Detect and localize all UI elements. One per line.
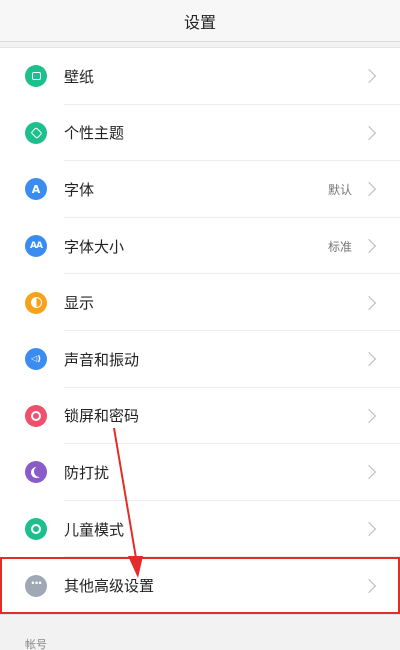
chevron-right-icon xyxy=(361,69,377,84)
settings-item-label: 字体大小 xyxy=(64,237,125,256)
settings-item-label: 个性主题 xyxy=(64,124,125,143)
settings-item-label: 锁屏和密码 xyxy=(64,407,140,426)
display-brightness-icon xyxy=(25,291,47,314)
font-size-icon: AA xyxy=(25,235,47,258)
theme-brush-icon xyxy=(25,121,47,144)
more-dots-icon: ··· xyxy=(25,574,47,597)
page-title: 设置 xyxy=(183,12,216,32)
lock-icon xyxy=(25,404,47,427)
settings-item-label: 儿童模式 xyxy=(64,520,125,539)
account-section-label: 帐号 xyxy=(25,638,47,650)
settings-item-label: 其他高级设置 xyxy=(64,577,155,596)
settings-item-display[interactable]: 显示 xyxy=(0,274,400,331)
settings-screen: 设置 壁纸 个性主题 A 字体 默认 AA 字体大小 标准 显示 ◁) 声音和振… xyxy=(0,0,400,650)
chevron-right-icon xyxy=(361,408,377,423)
settings-item-kids-mode[interactable]: 儿童模式 xyxy=(0,501,400,558)
settings-item-font[interactable]: A 字体 默认 xyxy=(0,161,400,218)
settings-item-label: 显示 xyxy=(64,294,95,313)
settings-item-lock-screen[interactable]: 锁屏和密码 xyxy=(0,388,400,445)
settings-item-theme[interactable]: 个性主题 xyxy=(0,105,400,162)
settings-item-do-not-disturb[interactable]: 防打扰 xyxy=(0,444,400,501)
settings-item-label: 壁纸 xyxy=(64,67,95,86)
kids-mode-icon xyxy=(25,518,47,541)
settings-list: 壁纸 个性主题 A 字体 默认 AA 字体大小 标准 显示 ◁) 声音和振动 锁… xyxy=(0,47,400,615)
chevron-right-icon xyxy=(361,465,377,480)
chevron-right-icon xyxy=(361,182,377,197)
settings-item-font-size[interactable]: AA 字体大小 标准 xyxy=(0,218,400,275)
settings-item-value: 默认 xyxy=(327,182,352,197)
moon-icon xyxy=(25,461,47,484)
chevron-right-icon xyxy=(361,239,377,254)
settings-item-wallpaper[interactable]: 壁纸 xyxy=(0,48,400,105)
chevron-right-icon xyxy=(361,125,377,140)
chevron-right-icon xyxy=(361,578,377,593)
chevron-right-icon xyxy=(361,521,377,537)
settings-item-value: 标准 xyxy=(327,239,352,254)
settings-item-sound[interactable]: ◁) 声音和振动 xyxy=(0,331,400,388)
settings-item-label: 声音和振动 xyxy=(64,350,140,369)
wallpaper-icon xyxy=(25,65,47,88)
settings-item-label: 字体 xyxy=(64,180,95,199)
font-icon: A xyxy=(25,178,47,201)
chevron-right-icon xyxy=(361,295,377,310)
settings-item-label: 防打扰 xyxy=(64,463,110,482)
settings-item-advanced[interactable]: ··· 其他高级设置 xyxy=(0,557,400,614)
title-bar: 设置 xyxy=(0,0,400,42)
chevron-right-icon xyxy=(361,352,377,367)
speaker-icon: ◁) xyxy=(25,348,47,371)
